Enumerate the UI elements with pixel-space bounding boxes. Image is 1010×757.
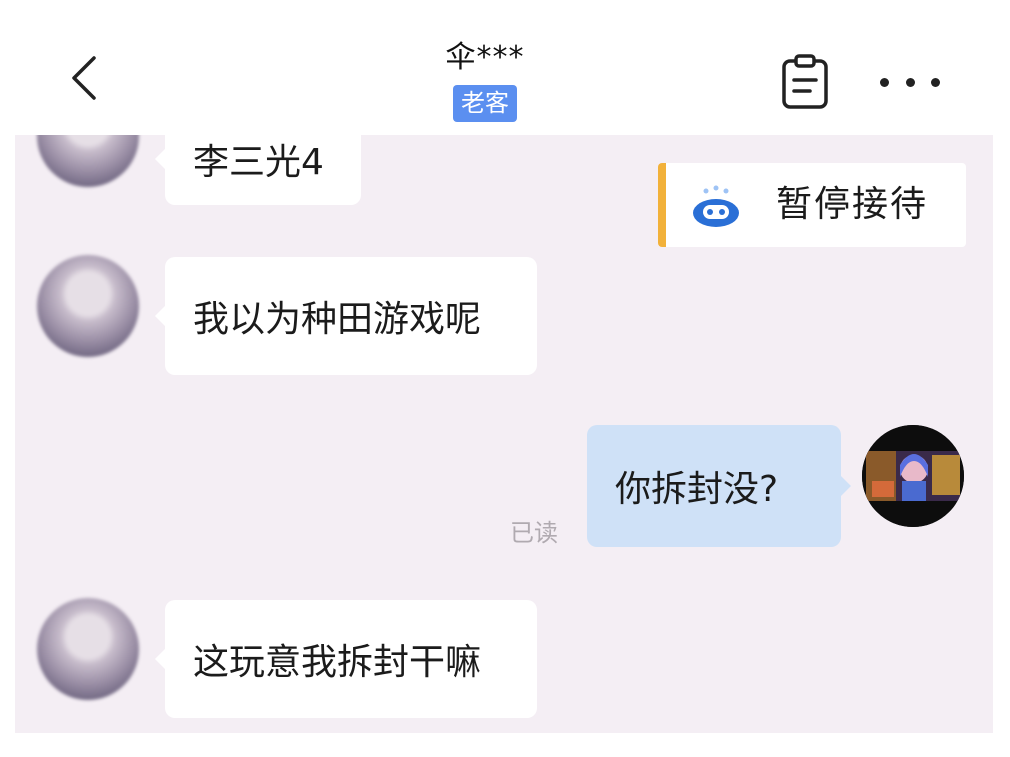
customer-avatar[interactable]: [37, 255, 139, 357]
message-bubble[interactable]: 我以为种田游戏呢: [155, 257, 537, 375]
status-accent-bar: [658, 163, 666, 247]
status-card[interactable]: 暂停接待: [658, 163, 966, 247]
agent-avatar[interactable]: [862, 425, 964, 527]
message-bubble[interactable]: 这玩意我拆封干嘛: [155, 600, 537, 718]
more-horizontal-icon: [880, 77, 889, 87]
message-text: 这玩意我拆封干嘛: [193, 642, 482, 683]
agent-message-bubble[interactable]: 你拆封没?: [587, 425, 851, 547]
chat-area[interactable]: 李三光4 暂停接待 我以为种田游戏呢 已读 你拆封没? 这玩意我拆封干嘛: [15, 135, 993, 733]
customer-avatar[interactable]: [37, 598, 139, 700]
message-bubble[interactable]: 李三光4: [155, 135, 361, 205]
clipboard-button[interactable]: [780, 53, 830, 109]
robot-icon: [693, 185, 739, 227]
chat-header: 伞*** 老客: [0, 0, 1010, 135]
status-label: 暂停接待: [776, 184, 929, 225]
message-text: 我以为种田游戏呢: [193, 299, 482, 340]
customer-avatar[interactable]: [37, 135, 139, 187]
back-button[interactable]: [62, 48, 112, 108]
more-button[interactable]: [880, 62, 940, 102]
contact-name: 伞***: [445, 40, 525, 75]
agent-avatar-image: [862, 425, 964, 527]
clipboard-icon: [782, 54, 828, 109]
chevron-left-icon: [72, 56, 96, 100]
bottom-strip: [0, 733, 1010, 757]
message-text: 李三光4: [193, 142, 324, 183]
message-text: 你拆封没?: [615, 469, 779, 510]
read-status: 已读: [510, 519, 558, 547]
customer-tag: 老客: [453, 85, 517, 122]
